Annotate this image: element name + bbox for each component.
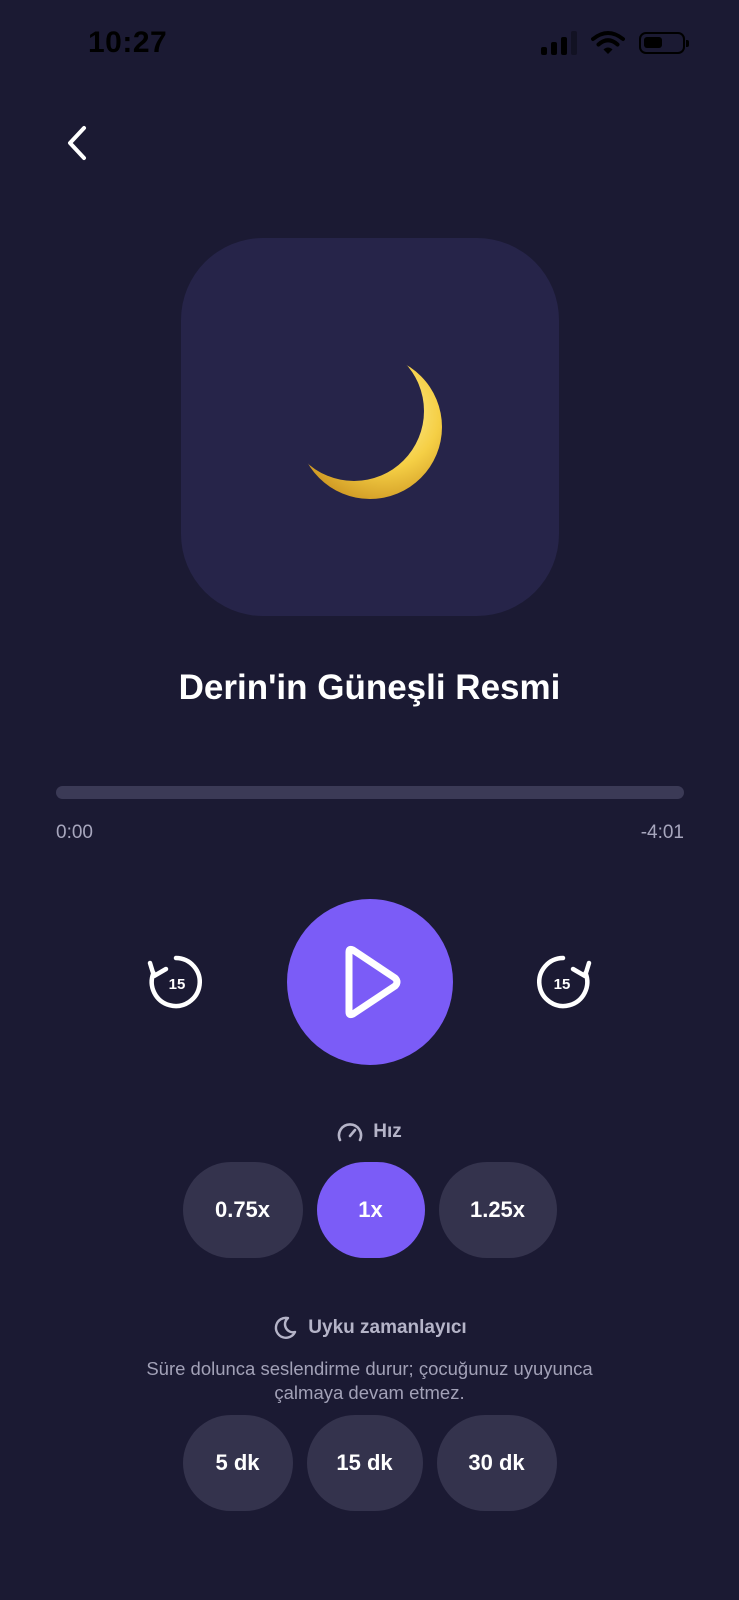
sleep-timer-options: 5 dk 15 dk 30 dk: [0, 1415, 739, 1511]
sleep-option-15-dk[interactable]: 15 dk: [306, 1415, 423, 1511]
skip-back-label: 15: [169, 976, 186, 993]
skip-forward-15-button[interactable]: 15: [533, 952, 593, 1012]
elapsed-time: 0:00: [56, 822, 93, 843]
chevron-left-icon: [68, 126, 86, 160]
speedometer-icon: [337, 1123, 363, 1142]
track-artwork: [181, 238, 559, 616]
cellular-signal-icon: [541, 31, 577, 55]
sleep-option-5-dk[interactable]: 5 dk: [182, 1415, 293, 1511]
battery-icon: [639, 32, 689, 54]
skip-back-15-button[interactable]: 15: [146, 952, 206, 1012]
rewind-15-icon: 15: [147, 955, 202, 1009]
speed-option-0-75x[interactable]: 0.75x: [182, 1162, 303, 1258]
sleep-timer-description: Süre dolunca seslendirme durur; çocuğunu…: [110, 1357, 629, 1405]
status-icons: [541, 30, 689, 56]
speed-option-1x[interactable]: 1x: [316, 1162, 425, 1258]
crescent-moon-icon: [298, 355, 442, 499]
status-bar: 10:27: [0, 0, 739, 90]
speed-section-label: Hız: [0, 1120, 739, 1144]
sleep-timer-label-text: Uyku zamanlayıcı: [308, 1317, 467, 1338]
forward-15-icon: 15: [537, 955, 592, 1009]
sleep-timer-description-line-2: çalmaya devam etmez.: [274, 1382, 465, 1403]
skip-forward-label: 15: [554, 976, 571, 993]
play-icon: [345, 945, 401, 1019]
speed-options: 0.75x 1x 1.25x: [0, 1162, 739, 1258]
speed-label-text: Hız: [373, 1121, 402, 1142]
status-time: 10:27: [88, 26, 168, 59]
moon-icon: [275, 1316, 297, 1339]
sleep-option-30-dk[interactable]: 30 dk: [436, 1415, 557, 1511]
sleep-timer-description-line-1: Süre dolunca seslendirme durur; çocuğunu…: [146, 1358, 593, 1379]
wifi-icon: [591, 31, 625, 54]
speed-option-1-25x[interactable]: 1.25x: [438, 1162, 557, 1258]
remaining-time: -4:01: [640, 822, 684, 843]
sleep-timer-section-label: Uyku zamanlayıcı: [0, 1315, 739, 1341]
back-button[interactable]: [52, 118, 102, 168]
progress-bar[interactable]: [56, 786, 684, 799]
track-title: Derin'in Güneşli Resmi: [178, 668, 561, 707]
play-button[interactable]: [287, 899, 453, 1065]
